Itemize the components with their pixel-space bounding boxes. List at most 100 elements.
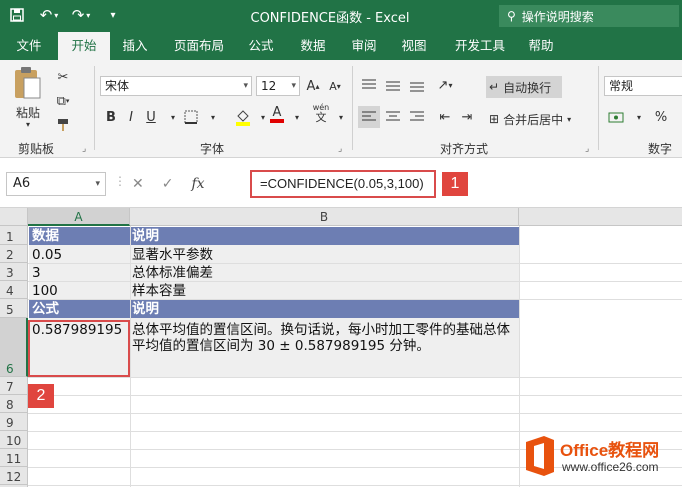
paste-button[interactable]: 粘贴 ▾ (12, 66, 48, 129)
row-header-7[interactable]: 7 (0, 377, 28, 395)
column-header-c[interactable] (519, 208, 682, 226)
cell-b2[interactable]: 显著水平参数 (132, 247, 213, 263)
align-center-icon[interactable] (382, 106, 404, 128)
chevron-down-icon[interactable]: ▾ (286, 106, 308, 128)
number-format-combo[interactable]: 常规 (604, 76, 682, 96)
align-right-icon[interactable] (406, 106, 428, 128)
formula-input[interactable]: =CONFIDENCE(0.05,3,100) (250, 170, 436, 198)
phonetic-icon: 文 (315, 111, 327, 124)
enter-icon[interactable]: ✓ (162, 176, 174, 192)
clipboard-launcher-icon[interactable]: ⌟ (82, 144, 86, 154)
font-name-combo[interactable]: 宋体 ▾ (100, 76, 252, 96)
increase-indent-icon[interactable]: ⇥ (456, 106, 478, 128)
save-icon[interactable] (6, 4, 28, 26)
watermark-url: www.office26.com (562, 460, 659, 474)
ribbon-home: 粘贴 ▾ ✂ ⧉ ▾ 剪贴板 ⌟ 宋体 ▾ 12 ▾ A ▴ A ▾ B I U ▾ … (0, 60, 682, 158)
chevron-down-icon[interactable]: ▾ (202, 106, 224, 128)
italic-button[interactable]: I (120, 106, 142, 128)
callout-badge-1: 1 (442, 172, 468, 196)
cell-a3[interactable]: 3 (32, 265, 41, 281)
copy-icon[interactable]: ⧉ ▾ (52, 90, 74, 112)
decrease-font-icon[interactable]: A ▾ (324, 75, 346, 97)
font-name-value: 宋体 (105, 79, 130, 93)
cancel-icon[interactable]: ✕ (132, 176, 144, 192)
tab-view[interactable]: 视图 (391, 32, 437, 60)
chevron-down-icon[interactable]: ▾ (628, 106, 650, 128)
row-header-12[interactable]: 12 (0, 467, 28, 485)
title-bar: ↶ ▾ ↷ ▾ ▾ CONFIDENCE函数 - Excel ⚲ 操作说明搜索 (0, 0, 682, 32)
redo-icon[interactable]: ↷ ▾ (70, 4, 92, 26)
row-header-1[interactable]: 1 (0, 226, 28, 245)
bold-button[interactable]: B (100, 106, 122, 128)
row-header-10[interactable]: 10 (0, 431, 28, 449)
gridline (28, 299, 682, 300)
callout-badge-2: 2 (28, 384, 54, 408)
row-header-4[interactable]: 4 (0, 281, 28, 299)
tab-formulas[interactable]: 公式 (238, 32, 284, 60)
tell-me-search[interactable]: ⚲ 操作说明搜索 (499, 5, 679, 27)
decrease-indent-icon[interactable]: ⇤ (434, 106, 456, 128)
cell-b3[interactable]: 总体标准偏差 (132, 265, 213, 281)
tab-review[interactable]: 审阅 (341, 32, 387, 60)
tab-data[interactable]: 数据 (290, 32, 336, 60)
phonetic-guide-button[interactable]: wén 文 (310, 102, 332, 124)
select-all-corner[interactable] (0, 208, 28, 226)
currency-icon[interactable] (606, 106, 628, 128)
tab-file[interactable]: 文件 (4, 32, 54, 60)
cell-a5[interactable]: 公式 (32, 301, 59, 317)
font-launcher-icon[interactable]: ⌟ (338, 144, 342, 154)
name-box[interactable]: A6 ▾ (6, 172, 106, 196)
row-header-8[interactable]: 8 (0, 395, 28, 413)
gridline (28, 377, 682, 378)
cell-b5[interactable]: 说明 (132, 301, 159, 317)
underline-button[interactable]: U (140, 106, 162, 128)
number-format-value: 常规 (609, 79, 634, 93)
font-size-combo[interactable]: 12 ▾ (256, 76, 300, 96)
font-color-button[interactable]: A (266, 104, 288, 126)
increase-font-icon[interactable]: A ▴ (302, 75, 324, 97)
tab-page-layout[interactable]: 页面布局 (164, 32, 234, 60)
tab-home[interactable]: 开始 (58, 32, 110, 60)
row-header-3[interactable]: 3 (0, 263, 28, 281)
align-bottom-icon[interactable] (406, 74, 428, 96)
merge-center-button[interactable]: ⊞ 合并后居中 ▾ (486, 108, 582, 130)
search-icon: ⚲ (507, 9, 516, 23)
alignment-launcher-icon[interactable]: ⌟ (585, 144, 589, 154)
borders-icon[interactable] (180, 106, 202, 128)
tab-insert[interactable]: 插入 (112, 32, 158, 60)
fill-color-icon[interactable] (232, 106, 254, 128)
cell-a2[interactable]: 0.05 (32, 247, 62, 263)
paste-label: 粘贴 (16, 106, 41, 120)
formula-bar: A6 ▾ ⋮ ✕ ✓ fx =CONFIDENCE(0.05,3,100) 1 (0, 158, 682, 208)
row-header-11[interactable]: 11 (0, 449, 28, 467)
align-top-icon[interactable] (358, 74, 380, 96)
row-header-5[interactable]: 5 (0, 299, 28, 318)
align-middle-icon[interactable] (382, 74, 404, 96)
percent-icon[interactable]: % (650, 106, 672, 128)
cell-b1[interactable]: 说明 (132, 228, 159, 244)
cell-b6[interactable]: 总体平均值的置信区间。换句话说，每小时加工零件的基础总体平均值的置信区间为 30… (132, 322, 520, 354)
gridline (28, 263, 682, 264)
wrap-text-button[interactable]: ↵ 自动换行 (486, 76, 562, 98)
align-left-icon[interactable] (358, 106, 380, 128)
column-header-a[interactable]: A (28, 208, 130, 226)
chevron-down-icon[interactable]: ▾ (330, 106, 352, 128)
font-color-letter: A (272, 105, 282, 120)
cell-a1[interactable]: 数据 (32, 228, 59, 244)
tab-help[interactable]: 帮助 (518, 32, 564, 60)
format-painter-icon[interactable] (52, 114, 74, 136)
cell-b4[interactable]: 样本容量 (132, 283, 186, 299)
column-header-b[interactable]: B (130, 208, 519, 226)
row-header-6[interactable]: 6 (0, 318, 28, 377)
insert-function-button[interactable]: fx (191, 176, 204, 192)
row-header-2[interactable]: 2 (0, 245, 28, 263)
cell-a4[interactable]: 100 (32, 283, 58, 299)
cut-icon[interactable]: ✂ (52, 66, 74, 88)
customize-qat-icon[interactable]: ▾ (102, 4, 124, 26)
gridline (130, 226, 131, 487)
row-header-9[interactable]: 9 (0, 413, 28, 431)
group-separator (352, 66, 353, 150)
orientation-icon[interactable]: ↗ ▾ (434, 74, 456, 96)
undo-icon[interactable]: ↶ ▾ (38, 4, 60, 26)
tab-developer[interactable]: 开发工具 (446, 32, 514, 60)
